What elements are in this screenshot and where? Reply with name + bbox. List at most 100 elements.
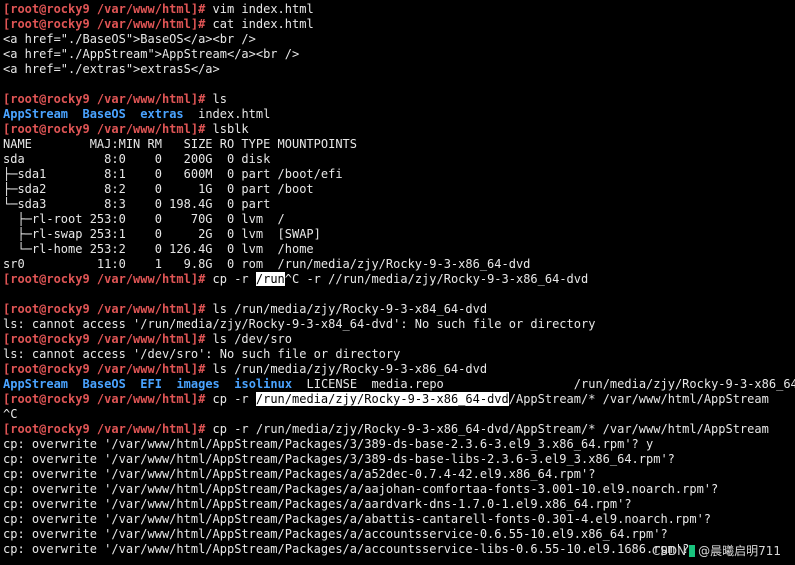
watermark-author: @晨曦启明711: [698, 544, 781, 558]
directory-name: AppStream: [3, 377, 69, 391]
terminal-window[interactable]: [root@rocky9 /var/www/html]# vim index.h…: [3, 2, 795, 565]
terminal-line: cp: overwrite '/var/www/html/AppStream/P…: [3, 437, 795, 452]
output-text: cp: overwrite '/var/www/html/AppStream/P…: [3, 512, 712, 526]
output-text: └─sda3 8:3 0 198.4G 0 part: [3, 197, 271, 211]
shell-prompt: [root@rocky9 /var/www/html]#: [3, 272, 206, 286]
output-text: ls: cannot access '/dev/sro': No such fi…: [3, 347, 401, 361]
output-text: cp -r /run/media/zjy/Rocky-9-3-x86_64-dv…: [205, 422, 769, 436]
output-text: ls /run/media/zjy/Rocky-9-3-x86_64-dvd: [205, 362, 488, 376]
output-text: ls: [205, 92, 227, 106]
directory-name: AppStream: [3, 107, 69, 121]
output-text: ls /run/media/zjy/Rocky-9-3-x84_64-dvd: [205, 302, 488, 316]
terminal-line: cp: overwrite '/var/www/html/AppStream/P…: [3, 512, 795, 527]
terminal-line: ls: cannot access '/run/media/zjy/Rocky-…: [3, 317, 795, 332]
shell-prompt: [root@rocky9 /var/www/html]#: [3, 362, 206, 376]
output-text: ls: cannot access '/run/media/zjy/Rocky-…: [3, 317, 596, 331]
terminal-line: ^C: [3, 407, 795, 422]
output-text: /AppStream/* /var/www/html/AppStream: [508, 392, 769, 406]
output-text: cp: overwrite '/var/www/html/AppStream/P…: [3, 527, 668, 541]
shell-prompt: [root@rocky9 /var/www/html]#: [3, 392, 206, 406]
output-text: ^C -r //run/media/zjy/Rocky-9-3-x86_64-d…: [284, 272, 589, 286]
shell-prompt: [root@rocky9 /var/www/html]#: [3, 332, 206, 346]
terminal-line: [root@rocky9 /var/www/html]# cp -r /run/…: [3, 422, 795, 437]
shell-prompt: [root@rocky9 /var/www/html]#: [3, 122, 206, 136]
output-text: ls /dev/sro: [205, 332, 292, 346]
terminal-line: [root@rocky9 /var/www/html]# ls /run/med…: [3, 302, 795, 317]
output-text: vim index.html: [205, 2, 314, 16]
terminal-line: cp: overwrite '/var/www/html/AppStream/P…: [3, 527, 795, 542]
terminal-line: ├─sda2 8:2 0 1G 0 part /boot: [3, 182, 795, 197]
terminal-line: [root@rocky9 /var/www/html]# ls /run/med…: [3, 362, 795, 377]
output-text: cp: overwrite '/var/www/html/AppStream/P…: [3, 482, 719, 496]
directory-name: isolinux: [234, 377, 293, 391]
terminal-line: sda 8:0 0 200G 0 disk: [3, 152, 795, 167]
watermark-brand: CSDN: [651, 544, 687, 558]
output-text: NAME MAJ:MIN RM SIZE RO TYPE MOUNTPOINTS: [3, 137, 358, 151]
terminal-line: ├─sda1 8:1 0 600M 0 part /boot/efi: [3, 167, 795, 182]
terminal-line: [root@rocky9 /var/www/html]# vim index.h…: [3, 2, 795, 17]
terminal-line: [root@rocky9 /var/www/html]# cat index.h…: [3, 17, 795, 32]
terminal-line: └─sda3 8:3 0 198.4G 0 part: [3, 197, 795, 212]
terminal-line: ├─rl-root 253:0 0 70G 0 lvm /: [3, 212, 795, 227]
terminal-line: <a href="./AppStream">AppStream</a><br /…: [3, 47, 795, 62]
output-text: ├─sda1 8:1 0 600M 0 part /boot/efi: [3, 167, 343, 181]
terminal-line: AppStream BaseOS extras index.html: [3, 107, 795, 122]
output-text: <a href="./AppStream">AppStream</a><br /…: [3, 47, 300, 61]
selected-text: /run: [255, 272, 285, 286]
terminal-line: NAME MAJ:MIN RM SIZE RO TYPE MOUNTPOINTS: [3, 137, 795, 152]
output-text: ^C: [3, 407, 18, 421]
terminal-line: cp: overwrite '/var/www/html/AppStream/P…: [3, 452, 795, 467]
terminal-line: ├─rl-swap 253:1 0 2G 0 lvm [SWAP]: [3, 227, 795, 242]
shell-prompt: [root@rocky9 /var/www/html]#: [3, 17, 206, 31]
terminal-cursor-icon: [689, 545, 696, 557]
output-text: ├─rl-swap 253:1 0 2G 0 lvm [SWAP]: [3, 227, 321, 241]
terminal-line: [root@rocky9 /var/www/html]# cp -r /run/…: [3, 392, 795, 407]
output-text: LICENSE media.repo /run/media/zjy/Rocky-…: [292, 377, 795, 391]
output-text: ├─sda2 8:2 0 1G 0 part /boot: [3, 182, 314, 196]
output-text: cp -r: [205, 392, 256, 406]
output-text: <a href="./extras">extrasS</a>: [3, 62, 220, 76]
output-text: sr0 11:0 1 9.8G 0 rom /run/media/zjy/Roc…: [3, 257, 531, 271]
output-text: cp -r: [205, 272, 256, 286]
directory-name: BaseOS: [82, 377, 126, 391]
csdn-watermark: CSDN @晨曦启明711: [652, 542, 781, 559]
directory-name: EFI: [140, 377, 162, 391]
shell-prompt: [root@rocky9 /var/www/html]#: [3, 422, 206, 436]
output-text: lsblk: [205, 122, 249, 136]
output-text: cp: overwrite '/var/www/html/AppStream/P…: [3, 437, 654, 451]
shell-prompt: [root@rocky9 /var/www/html]#: [3, 92, 206, 106]
terminal-line: [root@rocky9 /var/www/html]# cp -r /run^…: [3, 272, 795, 287]
terminal-line: cp: overwrite '/var/www/html/AppStream/P…: [3, 482, 795, 497]
terminal-line: AppStream BaseOS EFI images isolinux LIC…: [3, 377, 795, 392]
output-text: cp: overwrite '/var/www/html/AppStream/P…: [3, 497, 632, 511]
output-text: cp: overwrite '/var/www/html/AppStream/P…: [3, 467, 596, 481]
terminal-line: ls: cannot access '/dev/sro': No such fi…: [3, 347, 795, 362]
shell-prompt: [root@rocky9 /var/www/html]#: [3, 302, 206, 316]
terminal-line: [root@rocky9 /var/www/html]# lsblk: [3, 122, 795, 137]
output-text: <a href="./BaseOS">BaseOS</a><br />: [3, 32, 256, 46]
terminal-line: <a href="./extras">extrasS</a>: [3, 62, 795, 77]
output-text: └─rl-home 253:2 0 126.4G 0 lvm /home: [3, 242, 314, 256]
terminal-line: [root@rocky9 /var/www/html]# ls /dev/sro: [3, 332, 795, 347]
terminal-line: cp: overwrite '/var/www/html/AppStream/P…: [3, 497, 795, 512]
terminal-line: [root@rocky9 /var/www/html]# ls: [3, 92, 795, 107]
shell-prompt: [root@rocky9 /var/www/html]#: [3, 2, 206, 16]
output-text: cp: overwrite '/var/www/html/AppStream/P…: [3, 452, 675, 466]
selected-text: /run/media/zjy/Rocky-9-3-x86_64-dvd: [255, 392, 509, 406]
output-text: cp: overwrite '/var/www/html/AppStream/P…: [3, 542, 690, 556]
output-text: cat index.html: [205, 17, 314, 31]
terminal-line: <a href="./BaseOS">BaseOS</a><br />: [3, 32, 795, 47]
directory-name: extras: [140, 107, 184, 121]
output-text: ├─rl-root 253:0 0 70G 0 lvm /: [3, 212, 285, 226]
directory-name: images: [176, 377, 220, 391]
terminal-line: cp: overwrite '/var/www/html/AppStream/P…: [3, 467, 795, 482]
terminal-line: sr0 11:0 1 9.8G 0 rom /run/media/zjy/Roc…: [3, 257, 795, 272]
